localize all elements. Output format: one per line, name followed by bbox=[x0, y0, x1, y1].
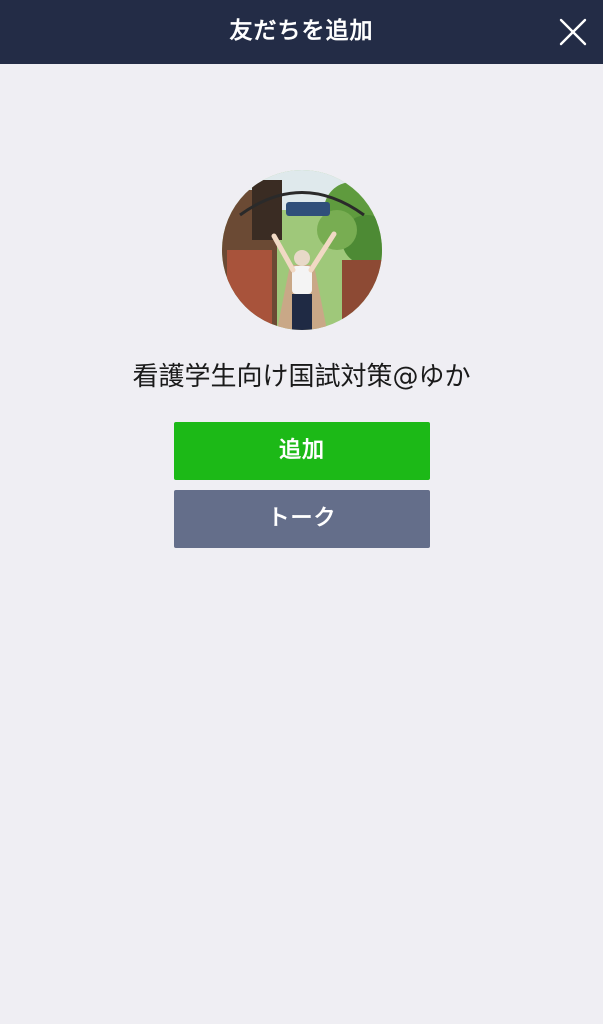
profile-name: 看護学生向け国試対策@ゆか bbox=[132, 362, 471, 392]
header-bar: 友だちを追加 bbox=[0, 0, 603, 64]
add-friend-button[interactable]: 追加 bbox=[174, 422, 430, 480]
profile-photo-icon bbox=[222, 170, 382, 330]
talk-button[interactable]: トーク bbox=[174, 490, 430, 548]
profile-avatar bbox=[222, 170, 382, 330]
page-title: 友だちを追加 bbox=[229, 18, 374, 44]
close-button[interactable] bbox=[555, 14, 591, 50]
close-icon bbox=[559, 18, 587, 46]
